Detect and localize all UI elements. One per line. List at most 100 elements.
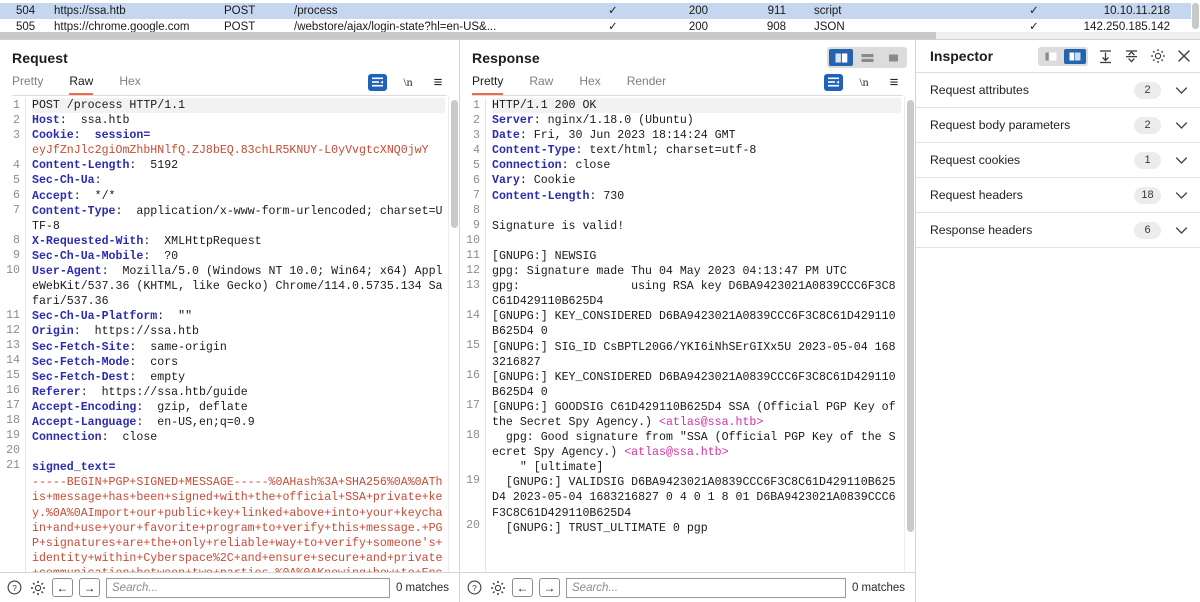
response-line-numbers: 1 2 3 4 5 6 7 8 9 10 11 12 13 14 15 16 17 18 19 20 — [460, 98, 486, 572]
cell-id: 504 — [16, 5, 36, 17]
cell-edited: ✓ — [608, 5, 618, 17]
inspector-section-label: Request cookies — [930, 153, 1021, 167]
cell-status: 200 — [688, 5, 708, 17]
search-prev-button[interactable]: ← — [52, 578, 73, 597]
format-blue-icon[interactable] — [368, 73, 387, 91]
help-circle-icon[interactable]: ? — [466, 579, 483, 596]
cell-tls: ✓ — [1029, 5, 1039, 17]
inspector-title: Inspector — [930, 48, 994, 64]
search-input[interactable] — [106, 577, 390, 598]
tab-hex[interactable]: Hex — [579, 74, 600, 95]
inspector-section-count: 6 — [1134, 221, 1161, 239]
format-blue-icon[interactable] — [824, 73, 843, 91]
tab-pretty[interactable]: Pretty — [472, 74, 504, 95]
inspector-collapse-icon[interactable] — [1040, 49, 1062, 64]
code-line: gpg: Signature made Thu 04 May 2023 04:1… — [492, 265, 847, 279]
inspector-section-count: 1 — [1134, 151, 1161, 169]
inspector-section-row[interactable]: Request body parameters 2 — [916, 108, 1200, 143]
collapse-all-icon[interactable] — [1123, 48, 1140, 65]
inspector-section-row[interactable]: Request attributes 2 — [916, 73, 1200, 108]
code-line: Connection: close — [492, 159, 611, 173]
inspector-section-row[interactable]: Request headers 18 — [916, 178, 1200, 213]
request-tabs: Pretty Raw Hex \n ≡ — [12, 70, 447, 96]
request-panel: Request Pretty Raw Hex \n ≡ 1 2 3 4 5 6 7 8 9 10 1… — [0, 40, 460, 602]
code-line: [GNUPG:] VALIDSIG D6BA9423021A0839CCC6F3… — [492, 476, 896, 520]
response-tabs: Pretty Raw Hex Render \n ≡ — [472, 70, 903, 96]
code-line: signed_text= -----BEGIN+PGP+SIGNED+MESSA… — [32, 461, 443, 572]
svg-text:?: ? — [12, 583, 17, 593]
side-by-side-layout-icon[interactable] — [829, 49, 853, 66]
tabbed-layout-icon[interactable] — [881, 49, 905, 66]
search-input[interactable] — [566, 577, 846, 598]
code-line: Sec-Fetch-Dest: empty — [32, 370, 186, 384]
response-vertical-scrollbar[interactable] — [904, 96, 915, 572]
code-line: Server: nginx/1.18.0 (Ubuntu) — [492, 114, 694, 128]
gear-icon[interactable] — [1149, 48, 1166, 65]
request-editor[interactable]: 1 2 3 4 5 6 7 8 9 10 11 12 13 14 15 16 17 18 19 20 21 POST /… — [0, 96, 459, 572]
tab-raw[interactable]: Raw — [529, 74, 553, 95]
tab-raw[interactable]: Raw — [69, 74, 94, 95]
inspector-section-label: Response headers — [930, 223, 1033, 237]
table-row[interactable]: 504 https://ssa.htb POST /process ✓ 200 … — [0, 3, 1200, 19]
history-vertical-scrollbar[interactable] — [1191, 0, 1200, 33]
code-line: [GNUPG:] KEY_CONSIDERED D6BA9423021A0839… — [492, 370, 896, 399]
inspector-section-row[interactable]: Request cookies 1 — [916, 143, 1200, 178]
proxy-history-table[interactable]: 504 https://ssa.htb POST /process ✓ 200 … — [0, 0, 1200, 40]
close-icon[interactable] — [1175, 48, 1192, 65]
code-line: Content-Length: 730 — [492, 189, 625, 203]
request-header: Request Pretty Raw Hex \n ≡ — [0, 40, 459, 96]
code-line: Accept-Encoding: gzip, deflate — [32, 400, 248, 414]
cell-mime-type: script — [814, 5, 842, 17]
code-line: User-Agent: Mozilla/5.0 (Windows NT 10.0… — [32, 265, 443, 309]
inspector-panel: Inspector Request attributes 2 Request b… — [916, 40, 1200, 602]
hamburger-menu-icon[interactable]: ≡ — [885, 73, 903, 91]
chevron-down-icon[interactable] — [1175, 226, 1188, 235]
tab-hex[interactable]: Hex — [119, 74, 140, 95]
code-line: Signature is valid! — [492, 219, 625, 233]
stacked-layout-icon[interactable] — [855, 49, 879, 66]
code-line: Connection: close — [32, 431, 158, 445]
code-line: gpg: using RSA key D6BA9423021A0839CCC6F… — [492, 280, 896, 309]
svg-text:?: ? — [472, 583, 477, 593]
chevron-down-icon[interactable] — [1175, 86, 1188, 95]
response-editor[interactable]: 1 2 3 4 5 6 7 8 9 10 11 12 13 14 15 16 17 18 19 20 HTTP/1.1… — [460, 96, 915, 572]
cell-method: POST — [224, 5, 256, 17]
chevron-down-icon[interactable] — [1175, 156, 1188, 165]
inspector-expand-icon[interactable] — [1064, 48, 1086, 64]
cell-length: 911 — [767, 5, 786, 17]
search-prev-button[interactable]: ← — [512, 578, 533, 597]
tab-pretty[interactable]: Pretty — [12, 74, 43, 95]
newline-icon[interactable]: \n — [399, 73, 417, 91]
newline-icon[interactable]: \n — [855, 73, 873, 91]
request-line-numbers: 1 2 3 4 5 6 7 8 9 10 11 12 13 14 15 16 17 18 19 20 21 — [0, 98, 26, 572]
code-line: Referer: https://ssa.htb/guide — [32, 385, 248, 399]
inspector-section-row[interactable]: Response headers 6 — [916, 213, 1200, 248]
code-line: Sec-Ch-Ua-Platform: "" — [32, 310, 193, 324]
hamburger-menu-icon[interactable]: ≡ — [429, 73, 447, 91]
code-line: Content-Type: text/html; charset=utf-8 — [492, 144, 757, 158]
chevron-down-icon[interactable] — [1175, 191, 1188, 200]
chevron-down-icon[interactable] — [1175, 121, 1188, 130]
search-next-button[interactable]: → — [79, 578, 100, 597]
request-body-text[interactable]: POST /process HTTP/1.1 Host: ssa.htb Cooki… — [26, 98, 459, 572]
code-line: [GNUPG:] NEWSIG — [492, 249, 597, 263]
request-vertical-scrollbar[interactable] — [448, 96, 459, 572]
search-next-button[interactable]: → — [539, 578, 560, 597]
inspector-section-label: Request body parameters — [930, 118, 1071, 132]
code-line: gpg: Good signature from "SSA (Official … — [492, 431, 896, 475]
response-header: Response Pretty Raw Hex Render \n ≡ — [460, 40, 915, 96]
gear-icon[interactable] — [29, 579, 46, 596]
inspector-header: Inspector — [916, 40, 1200, 73]
history-horizontal-scrollbar[interactable] — [0, 32, 1200, 39]
response-body-text[interactable]: HTTP/1.1 200 OK Server: nginx/1.18.0 (Ubu… — [486, 98, 915, 572]
inspector-section-label: Request attributes — [930, 83, 1029, 97]
expand-all-icon[interactable] — [1097, 48, 1114, 65]
help-circle-icon[interactable]: ? — [6, 579, 23, 596]
code-line: Accept-Language: en-US,en;q=0.9 — [32, 415, 255, 429]
code-line: Sec-Fetch-Site: same-origin — [32, 340, 227, 354]
request-search-bar: ? ← → 0 matches — [0, 572, 459, 602]
match-count: 0 matches — [851, 581, 905, 594]
tab-render[interactable]: Render — [627, 74, 666, 95]
response-search-bar: ? ← → 0 matches — [460, 572, 915, 602]
gear-icon[interactable] — [489, 579, 506, 596]
